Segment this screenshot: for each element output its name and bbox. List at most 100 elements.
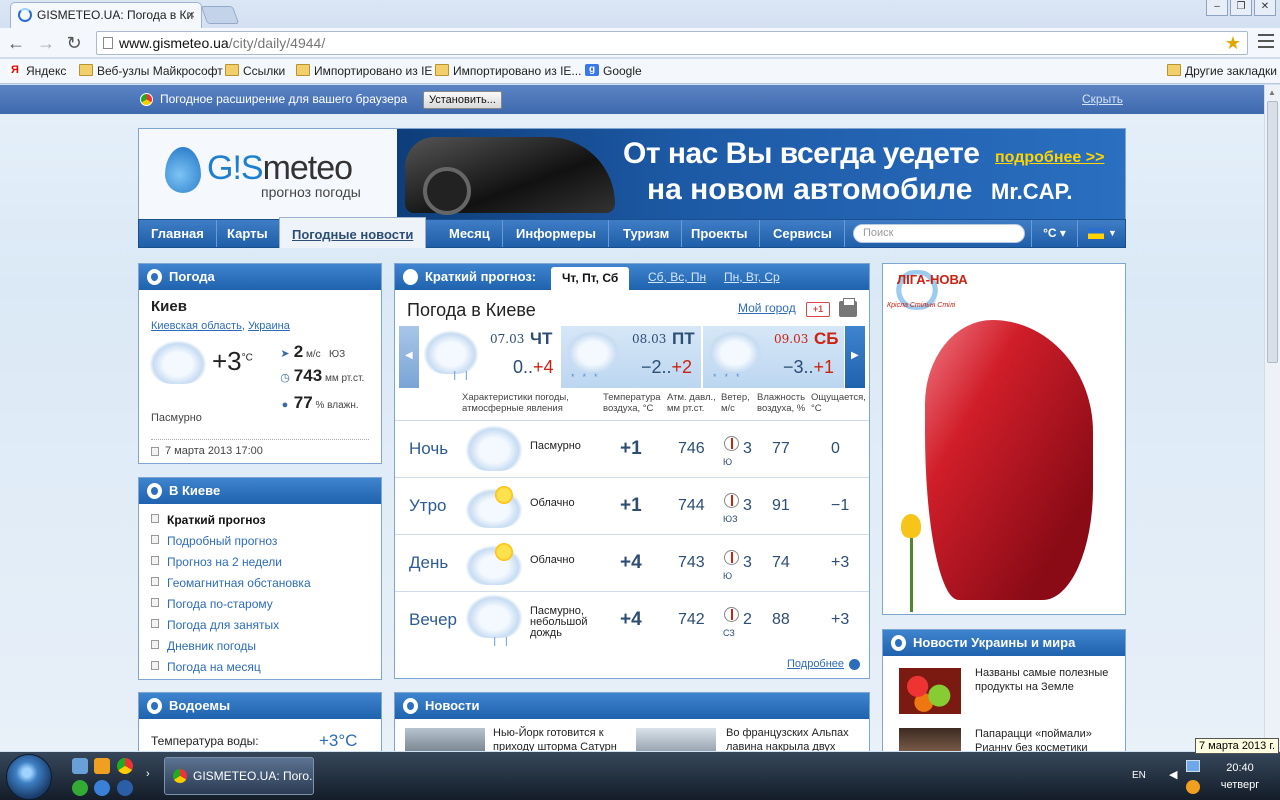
print-icon[interactable] [839, 298, 857, 317]
app-icon[interactable] [117, 780, 133, 796]
scrollbar-thumb[interactable] [1267, 101, 1278, 363]
bookmark-microsoft[interactable]: Веб-узлы Майкрософт [79, 63, 223, 79]
tab-sat-sun-mon[interactable]: Сб, Вс, Пн [648, 268, 706, 286]
menu-label: Геомагнитная обстановка [167, 576, 311, 590]
more-link[interactable]: Подробнее [787, 658, 860, 670]
forecast-column-headers: Характеристики погоды, атмосферные явлен… [395, 392, 869, 422]
taskbar-chrome-task[interactable]: GISMETEO.UA: Пого... [164, 757, 314, 795]
nav-tourism[interactable]: Туризм [611, 220, 683, 247]
show-desktop-icon[interactable] [72, 758, 88, 774]
bookmark-label: Google [603, 64, 642, 78]
day-card[interactable]: ❘❘ 07.03 ЧТ 0..+4 [419, 326, 560, 388]
news-headline[interactable]: Названы самые полезные продукты на Земле [975, 666, 1115, 694]
side-ad[interactable]: ЛIГА-НОВА Крiсла Стiльнi Стiлi [882, 263, 1126, 615]
day-card[interactable]: *** 08.03 ПТ −2..+2 [561, 326, 702, 388]
ie-icon[interactable] [94, 780, 110, 796]
menu-busy[interactable]: Погода для занятых [151, 617, 311, 638]
bookmark-star-icon[interactable]: ★ [1225, 32, 1241, 54]
menu-geomagnetic[interactable]: Геомагнитная обстановка [151, 575, 311, 596]
media-player-icon[interactable] [94, 758, 110, 774]
banner-more-link[interactable]: подробнее >> [995, 149, 1104, 167]
install-button[interactable]: Установить... [423, 91, 502, 109]
site-header: G!Smeteo прогноз погоды От нас Вы всегда… [138, 128, 1126, 220]
forward-icon[interactable]: → [36, 33, 56, 53]
row-condition: Пасмурно [530, 440, 581, 452]
close-window-icon[interactable]: ✕ [1254, 0, 1276, 16]
nav-home[interactable]: Главная [139, 220, 217, 247]
car-image [405, 137, 615, 215]
reload-icon[interactable]: ↻ [64, 33, 84, 53]
day-temp-range: −3..+1 [783, 357, 834, 378]
address-bar[interactable]: www.gismeteo.ua/city/daily/4944/ ★ [96, 31, 1248, 55]
nav-informers[interactable]: Информеры [504, 220, 609, 247]
browser-tab[interactable]: GISMETEO.UA: Погода в Ки × [10, 2, 202, 28]
site-logo[interactable]: G!Smeteo [207, 149, 353, 188]
ad-banner[interactable]: От нас Вы всегда уедете на новом автомоб… [397, 129, 1125, 219]
news-thumbnail[interactable] [899, 728, 961, 751]
region-link[interactable]: Киевская область [151, 320, 242, 332]
wind-unit: м/с [306, 349, 321, 360]
tab-close-icon[interactable]: × [187, 3, 195, 27]
nav-projects[interactable]: Проекты [679, 220, 761, 247]
news-headline[interactable]: Нью-Йорк готовится к приходу шторма Сату… [493, 726, 628, 751]
clock[interactable]: 20:40 четверг [1210, 760, 1270, 794]
google-plus-button[interactable]: +1 [806, 302, 830, 317]
restore-icon[interactable]: ❐ [1230, 0, 1252, 16]
wind-direction-icon [724, 550, 739, 565]
network-icon[interactable] [1186, 760, 1200, 772]
menu-detailed-forecast[interactable]: Подробный прогноз [151, 533, 311, 554]
nav-maps[interactable]: Карты [215, 220, 281, 247]
scroll-up-icon[interactable]: ▲ [1268, 88, 1276, 97]
news-headline[interactable]: Папарацци «поймали» Рианну без косметики [975, 727, 1115, 751]
new-tab-button[interactable] [200, 6, 240, 24]
gismeteo-logo-icon[interactable] [165, 147, 201, 193]
news-headline[interactable]: Во французских Альпах лавина накрыла дву… [726, 726, 861, 751]
language-indicator[interactable]: EN [1132, 770, 1146, 781]
bookmark-imported-ie-2[interactable]: Импортировано из IE... [435, 63, 581, 79]
day-temp-range: 0..+4 [513, 357, 554, 378]
utorrent-icon[interactable] [72, 780, 88, 796]
chrome-icon[interactable] [117, 758, 133, 774]
doc-icon [151, 556, 159, 565]
country-link[interactable]: Украина [248, 320, 290, 332]
bookmark-yandex[interactable]: Я Яндекс [8, 63, 66, 79]
tab-thu-fri-sat[interactable]: Чт, Пт, Сб [551, 267, 630, 290]
tab-mon-tue-wed[interactable]: Пн, Вт, Ср [724, 268, 780, 286]
news-thumbnail[interactable] [899, 668, 961, 714]
tray-app-icon[interactable] [1186, 780, 1200, 794]
forecast-heading: Погода в Киеве [407, 300, 536, 320]
tray-expand-icon[interactable]: ◀ [1169, 768, 1177, 781]
search-input[interactable]: Поиск [853, 224, 1025, 243]
unit-selector[interactable]: °C ▾ [1031, 220, 1077, 247]
day-card[interactable]: *** 09.03 СБ −3..+1 [703, 326, 845, 388]
menu-icon[interactable] [1258, 34, 1274, 48]
menu-short-forecast[interactable]: Краткий прогноз [151, 512, 311, 533]
bookmark-imported-ie[interactable]: Импортировано из IE [296, 63, 432, 79]
menu-month[interactable]: Погода на месяц [151, 659, 311, 680]
news-thumbnail[interactable] [405, 728, 485, 751]
day-temp-range: −2..+2 [641, 357, 692, 378]
nav-weather-news[interactable]: Погодные новости [279, 217, 427, 248]
news-thumbnail[interactable] [636, 728, 716, 751]
nav-month[interactable]: Месяц [437, 220, 503, 247]
divider [151, 439, 369, 440]
nav-services[interactable]: Сервисы [761, 220, 845, 247]
page-scrollbar[interactable]: ▲ ▼ [1264, 85, 1280, 751]
bookmark-links[interactable]: Ссылки [225, 63, 285, 79]
back-icon[interactable]: ← [6, 33, 26, 53]
start-button[interactable] [6, 754, 52, 800]
quicklaunch-chevron-icon[interactable]: › [146, 768, 150, 780]
minimize-icon[interactable]: – [1206, 0, 1228, 16]
menu-diary[interactable]: Дневник погоды [151, 638, 311, 659]
days-prev-button[interactable]: ◀ [399, 326, 419, 388]
days-next-button[interactable]: ▶ [845, 326, 865, 388]
my-city-link[interactable]: Мой город [738, 301, 796, 315]
bookmark-google[interactable]: g Google [585, 63, 642, 79]
menu-old-style[interactable]: Погода по-старому [151, 596, 311, 617]
logo-subtitle: прогноз погоды [261, 184, 361, 200]
hide-link[interactable]: Скрыть [1082, 92, 1123, 106]
menu-two-weeks[interactable]: Прогноз на 2 недели [151, 554, 311, 575]
google-icon: g [585, 64, 599, 76]
bookmark-other[interactable]: Другие закладки [1167, 63, 1277, 79]
country-selector[interactable]: ▼ [1077, 220, 1125, 247]
